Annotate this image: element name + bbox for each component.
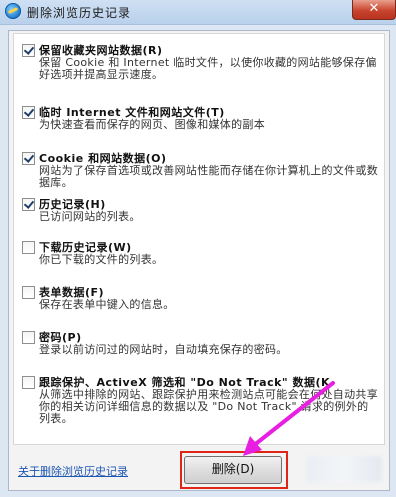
option-description: 保留 Cookie 和 Internet 临时文件，以使你收藏的网站能够保存偏好…	[39, 56, 377, 81]
dialog-body: 保留收藏夹网站数据(R) 保留 Cookie 和 Internet 临时文件，以…	[8, 30, 390, 491]
checkbox-download-history[interactable]	[22, 241, 35, 254]
option-description: 保存在表单中键入的信息。	[39, 298, 175, 311]
option-description: 已访问网站的列表。	[39, 210, 141, 223]
options-group: 保留收藏夹网站数据(R) 保留 Cookie 和 Internet 临时文件，以…	[13, 33, 385, 445]
checkbox-history[interactable]	[22, 198, 35, 211]
option-description: 为快速查看而保存的网页、图像和媒体的副本	[39, 118, 265, 131]
checkbox-preserve-favorites[interactable]	[22, 44, 35, 57]
checkbox-temp-files[interactable]	[22, 106, 35, 119]
checkbox-tracking-protection[interactable]	[22, 376, 35, 389]
option-description: 网站为了保存首选项或改善网站性能而存储在你计算机上的文件或数据库。	[39, 164, 378, 189]
checkbox-passwords[interactable]	[22, 331, 35, 344]
checkbox-cookies[interactable]	[22, 152, 35, 165]
option-description: 从筛选中排除的网站、跟踪保护用来检测站点可能会在何处自动共享你的相关访问详细信息…	[39, 388, 378, 425]
title-bar: 删除浏览历史记录 ✕	[0, 0, 396, 25]
delete-button[interactable]: 删除(D)	[184, 456, 282, 484]
checkbox-form-data[interactable]	[22, 286, 35, 299]
window-title: 删除浏览历史记录	[27, 6, 132, 20]
internet-explorer-icon	[5, 3, 21, 19]
option-description: 登录以前访问过的网站时，自动填充保存的密码。	[39, 343, 288, 356]
option-description: 你已下载的文件的列表。	[39, 253, 164, 266]
close-button[interactable]: ✕	[352, 0, 396, 20]
blurred-button	[306, 456, 382, 482]
about-delete-history-link[interactable]: 关于删除浏览历史记录	[18, 463, 128, 479]
close-icon: ✕	[368, 1, 380, 16]
